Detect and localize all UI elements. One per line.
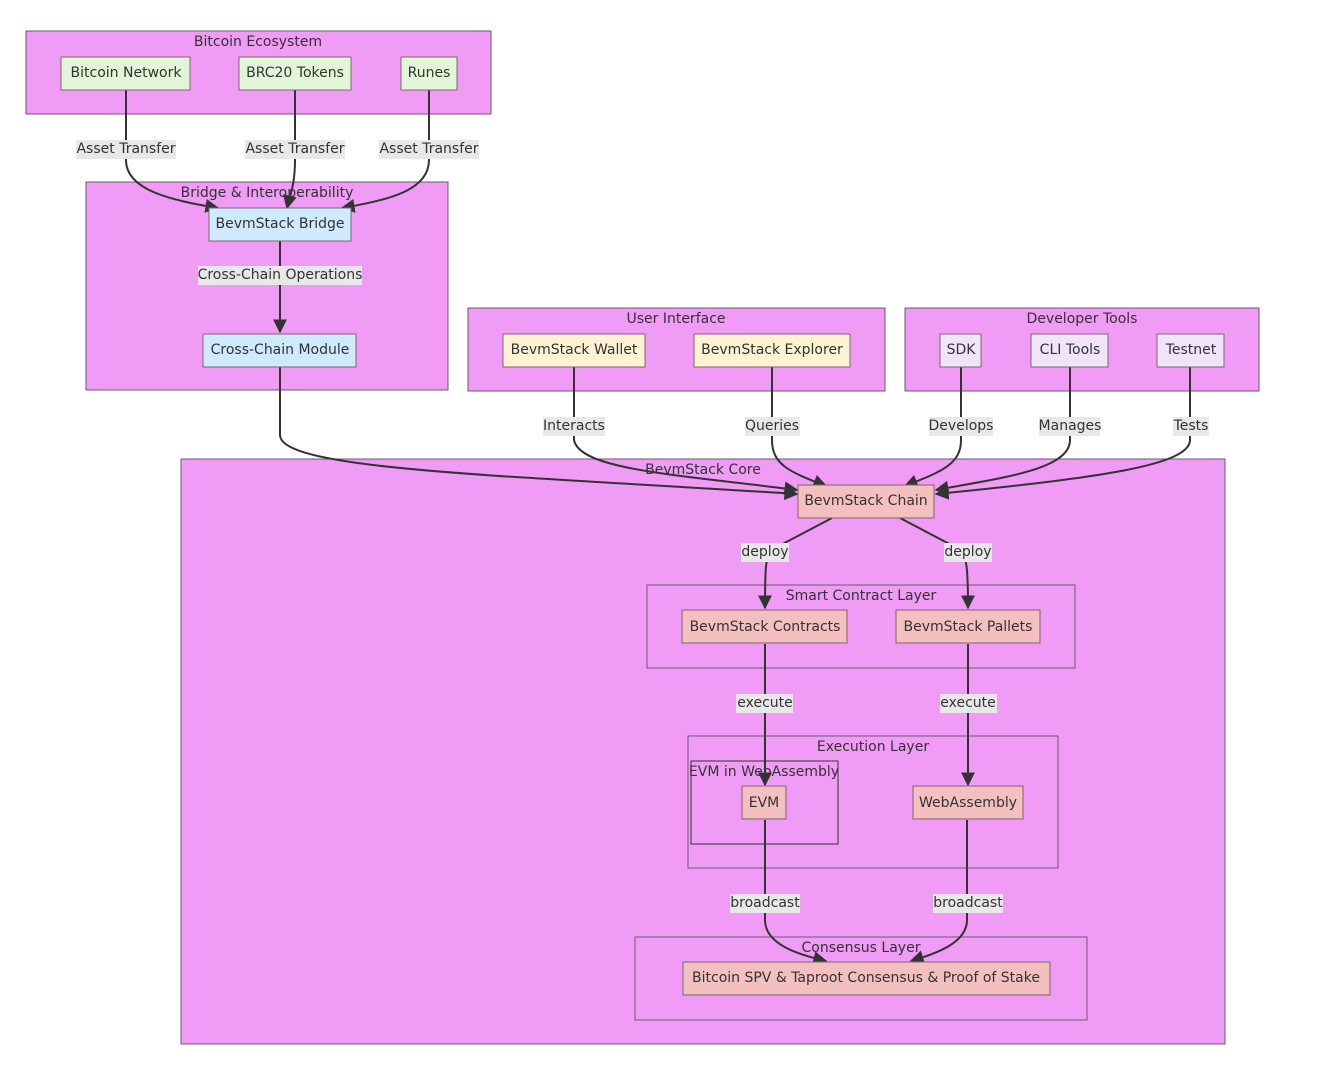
node-testnet[interactable]: Testnet xyxy=(1156,333,1225,368)
svg-text:BevmStack Explorer: BevmStack Explorer xyxy=(701,342,843,358)
svg-text:Interacts: Interacts xyxy=(543,418,605,434)
edge-label: Queries xyxy=(745,417,800,436)
node-webassembly[interactable]: WebAssembly xyxy=(912,785,1024,820)
cluster-title: User Interface xyxy=(626,311,725,327)
node-runes[interactable]: Runes xyxy=(400,56,458,91)
svg-text:broadcast: broadcast xyxy=(730,895,800,911)
node-bevmstack-contracts[interactable]: BevmStack Contracts xyxy=(681,609,848,644)
svg-text:Runes: Runes xyxy=(408,65,451,81)
svg-text:WebAssembly: WebAssembly xyxy=(919,795,1017,811)
edge-label: broadcast xyxy=(730,894,800,913)
edge-label: deploy xyxy=(944,543,992,562)
cluster-title: Bridge & Interoperability xyxy=(181,185,354,201)
svg-text:Cross-Chain Operations: Cross-Chain Operations xyxy=(198,267,363,283)
node-bevmstack-pallets[interactable]: BevmStack Pallets xyxy=(895,609,1041,644)
svg-text:Tests: Tests xyxy=(1173,418,1209,434)
svg-text:Asset Transfer: Asset Transfer xyxy=(379,141,478,157)
svg-text:BevmStack Wallet: BevmStack Wallet xyxy=(511,342,638,358)
svg-text:Asset Transfer: Asset Transfer xyxy=(76,141,175,157)
svg-text:Bitcoin Network: Bitcoin Network xyxy=(71,65,183,81)
svg-text:Asset Transfer: Asset Transfer xyxy=(245,141,344,157)
edge-label: broadcast xyxy=(933,894,1003,913)
svg-text:deploy: deploy xyxy=(741,544,788,560)
edge-label: Cross-Chain Operations xyxy=(198,266,363,285)
cluster-title: Consensus Layer xyxy=(802,940,921,956)
edge-label: Asset Transfer xyxy=(379,140,479,159)
node-sdk[interactable]: SDK xyxy=(939,333,982,368)
cluster-title: Smart Contract Layer xyxy=(786,588,937,604)
svg-text:Testnet: Testnet xyxy=(1165,342,1217,358)
cluster-title: Bitcoin Ecosystem xyxy=(194,34,322,50)
svg-text:execute: execute xyxy=(737,695,793,711)
edge-label: Tests xyxy=(1173,417,1209,436)
svg-text:BevmStack Contracts: BevmStack Contracts xyxy=(690,619,841,635)
edge-label: Manages xyxy=(1039,417,1102,436)
node-bitcoin-network[interactable]: Bitcoin Network xyxy=(60,56,191,91)
edge-label: Asset Transfer xyxy=(245,140,345,159)
edge-label: Interacts xyxy=(543,417,605,436)
svg-text:EVM: EVM xyxy=(749,795,780,811)
node-bevmstack-explorer[interactable]: BevmStack Explorer xyxy=(693,333,851,368)
svg-text:execute: execute xyxy=(940,695,996,711)
node-brc20-tokens[interactable]: BRC20 Tokens xyxy=(238,56,352,91)
svg-text:Cross-Chain Module: Cross-Chain Module xyxy=(211,342,350,358)
node-cli-tools[interactable]: CLI Tools xyxy=(1030,333,1109,368)
node-cross-chain-module[interactable]: Cross-Chain Module xyxy=(202,333,357,368)
node-bevmstack-wallet[interactable]: BevmStack Wallet xyxy=(502,333,646,368)
svg-text:deploy: deploy xyxy=(944,544,991,560)
svg-text:BRC20 Tokens: BRC20 Tokens xyxy=(246,65,344,81)
cluster-title: Developer Tools xyxy=(1027,311,1138,327)
edge-label: Develops xyxy=(929,417,994,436)
svg-text:Manages: Manages xyxy=(1039,418,1102,434)
node-consensus[interactable]: Bitcoin SPV & Taproot Consensus & Proof … xyxy=(682,961,1051,996)
node-evm[interactable]: EVM xyxy=(741,785,787,820)
edge-label: Asset Transfer xyxy=(76,140,176,159)
cluster-title: BevmStack Core xyxy=(645,462,761,478)
svg-text:BevmStack Chain: BevmStack Chain xyxy=(804,493,927,509)
cluster-title: Execution Layer xyxy=(817,739,929,755)
svg-text:Bitcoin SPV & Taproot Consensu: Bitcoin SPV & Taproot Consensus & Proof … xyxy=(692,970,1040,986)
svg-text:CLI Tools: CLI Tools xyxy=(1040,342,1101,358)
svg-text:Queries: Queries xyxy=(745,418,799,434)
node-bevmstack-chain[interactable]: BevmStack Chain xyxy=(797,484,935,519)
node-bevmstack-bridge[interactable]: BevmStack Bridge xyxy=(208,207,352,242)
architecture-diagram: Bitcoin Ecosystem Bridge & Interoperabil… xyxy=(25,30,1260,1045)
svg-text:BevmStack Pallets: BevmStack Pallets xyxy=(904,619,1033,635)
edge-label: deploy xyxy=(741,543,789,562)
svg-text:broadcast: broadcast xyxy=(933,895,1003,911)
svg-text:BevmStack Bridge: BevmStack Bridge xyxy=(216,216,345,232)
svg-text:SDK: SDK xyxy=(947,342,977,358)
edge-label: execute xyxy=(940,694,997,713)
svg-text:Develops: Develops xyxy=(929,418,994,434)
edge-label: execute xyxy=(736,694,793,713)
